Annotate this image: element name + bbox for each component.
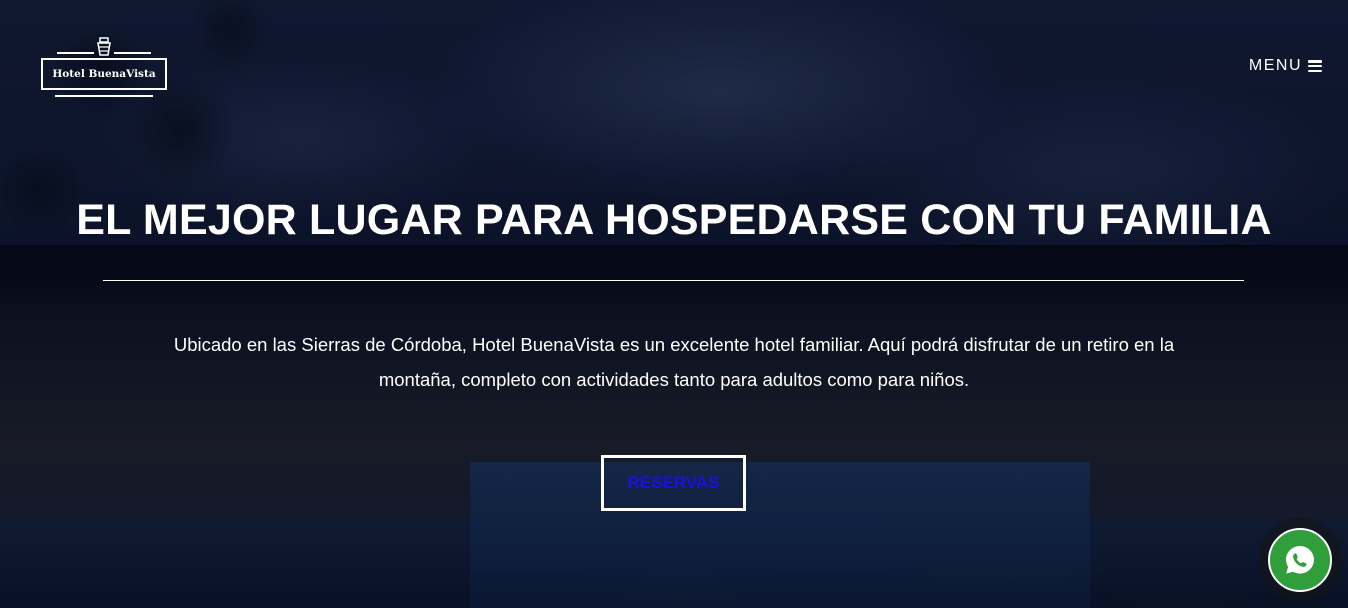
hero-overlay (0, 0, 1348, 608)
hero-section: Hotel BuenaVista MENU EL MEJOR LUGAR PAR… (0, 0, 1348, 608)
menu-button[interactable]: MENU (1249, 57, 1322, 75)
headline-divider (103, 280, 1244, 281)
hero-headline: EL MEJOR LUGAR PARA HOSPEDARSE CON TU FA… (76, 196, 1272, 244)
whatsapp-badge (1268, 528, 1332, 592)
hamburger-icon (1308, 60, 1322, 72)
menu-label: MENU (1248, 57, 1302, 74)
whatsapp-icon (1286, 546, 1314, 574)
hero-description: Ubicado en las Sierras de Córdoba, Hotel… (173, 334, 1175, 390)
whatsapp-button[interactable] (1258, 518, 1342, 602)
brand-logo[interactable]: Hotel BuenaVista (39, 36, 169, 100)
reservas-button[interactable]: RESERVAS (601, 455, 746, 511)
brand-name: Hotel BuenaVista (41, 58, 167, 90)
